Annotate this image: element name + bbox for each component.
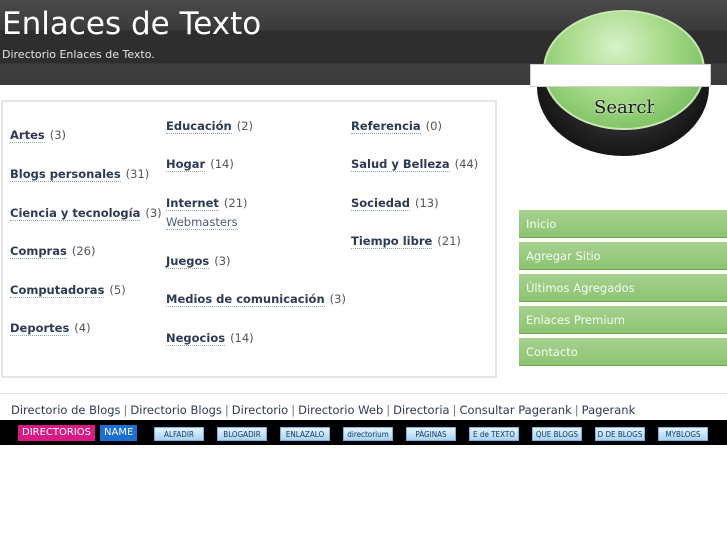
category-item[interactable]: Salud y Belleza (44) [351,157,479,172]
category-link[interactable]: Educación [166,119,232,134]
nav-item-ultimos-agregados[interactable]: Últimos Agregados [519,274,727,302]
footer-link[interactable]: Directorio [232,403,288,417]
footer-link[interactable]: Consultar Pagerank [459,403,571,417]
category-count: (21) [223,196,248,210]
category-link[interactable]: Medios de comunicación [166,292,325,307]
footer-separator: | [123,403,128,417]
category-link[interactable]: Computadoras [10,283,105,298]
category-item[interactable]: Sociedad (13) [351,196,439,211]
directory-button[interactable]: ALFADIR [154,427,204,441]
category-link[interactable]: Sociedad [351,196,410,211]
directory-button[interactable]: E de TEXTO [469,427,519,441]
directory-button[interactable]: PÁGINAS [406,427,456,441]
category-item[interactable]: Computadoras (5) [10,283,126,298]
category-link[interactable]: Salud y Belleza [351,157,450,172]
directory-button[interactable]: QUE BLOGS [532,427,582,441]
category-item[interactable]: Negocios (14) [166,331,254,346]
category-count: (31) [125,167,150,181]
category-item[interactable]: Tiempo libre (21) [351,234,461,249]
category-count: (21) [437,234,461,248]
site-subtitle: Directorio Enlaces de Texto. [2,48,155,61]
footer-link[interactable]: Pagerank [582,403,636,417]
nav-item-contacto[interactable]: Contacto [519,338,727,366]
search-button[interactable]: Search [594,97,654,118]
category-item[interactable]: Deportes (4) [10,321,91,336]
footer-separator: | [291,403,296,417]
category-count: (3) [329,292,346,306]
category-item[interactable]: Internet (21) [166,196,248,211]
category-count: (14) [230,331,254,345]
category-count: (3) [49,128,67,142]
category-item[interactable]: Referencia (0) [351,119,442,134]
category-link[interactable]: Ciencia y tecnología [10,206,141,221]
category-link[interactable]: Hogar [166,157,206,172]
category-item[interactable]: Ciencia y tecnología (3) [10,206,162,221]
name-badge[interactable]: NAME [100,425,138,441]
footer-separator: | [574,403,579,417]
footer-link[interactable]: Directorio Web [298,403,383,417]
site-title[interactable]: Enlaces de Texto [2,6,261,42]
category-item[interactable]: Compras (26) [10,244,96,259]
footer-link[interactable]: Directorio Blogs [130,403,222,417]
directory-button[interactable]: directorium [343,427,393,441]
nav-item-enlaces-premium[interactable]: Enlaces Premium [519,306,727,334]
category-count: (44) [454,157,479,171]
category-count: (26) [71,244,96,258]
nav-item-inicio[interactable]: Inicio [519,210,727,238]
footer-link[interactable]: Directoria [393,403,449,417]
directory-button[interactable]: BLOGADIR [217,427,267,441]
category-count: (3) [145,206,162,220]
category-item[interactable]: Educación (2) [166,119,253,134]
footer-link[interactable]: Directorio de Blogs [11,403,121,417]
search-input[interactable] [530,64,711,87]
category-count: (5) [109,283,126,297]
category-count: (4) [74,321,91,335]
subcategory-link[interactable]: Webmasters [166,215,238,230]
category-link[interactable]: Juegos [166,254,210,269]
category-count: (0) [425,119,442,133]
directory-button[interactable]: MYBLOGS [658,427,708,441]
category-link[interactable]: Internet [166,196,219,211]
directories-banner: DIRECTORIOS NAME ALFADIR BLOGADIR ENLAZA… [0,420,727,445]
directory-button[interactable]: ENLAZALO [280,427,330,441]
footer-divider [0,393,727,394]
category-link[interactable]: Negocios [166,331,226,346]
category-link[interactable]: Artes [10,128,45,143]
category-link[interactable]: Referencia [351,119,421,134]
category-item[interactable]: Blogs personales (31) [10,167,150,182]
directorios-badge[interactable]: DIRECTORIOS [18,425,95,441]
category-link[interactable]: Blogs personales [10,167,121,182]
category-count: (14) [210,157,234,171]
category-count: (13) [414,196,439,210]
category-count: (3) [214,254,231,268]
category-count: (2) [236,119,253,133]
category-item[interactable]: Hogar (14) [166,157,234,172]
footer-links: Directorio de Blogs | Directorio Blogs | Dir… [11,403,635,417]
category-link[interactable]: Tiempo libre [351,234,433,249]
footer-separator: | [386,403,391,417]
category-link[interactable]: Deportes [10,321,70,336]
category-item[interactable]: Artes (3) [10,128,67,143]
footer-separator: | [224,403,229,417]
directory-button[interactable]: D DE BLOGS [595,427,645,441]
nav-item-agregar-sitio[interactable]: Agregar Sitio [519,242,727,270]
category-item[interactable]: Medios de comunicación (3) [166,292,346,307]
footer-separator: | [452,403,457,417]
category-item[interactable]: Juegos (3) [166,254,231,269]
category-link[interactable]: Compras [10,244,67,259]
